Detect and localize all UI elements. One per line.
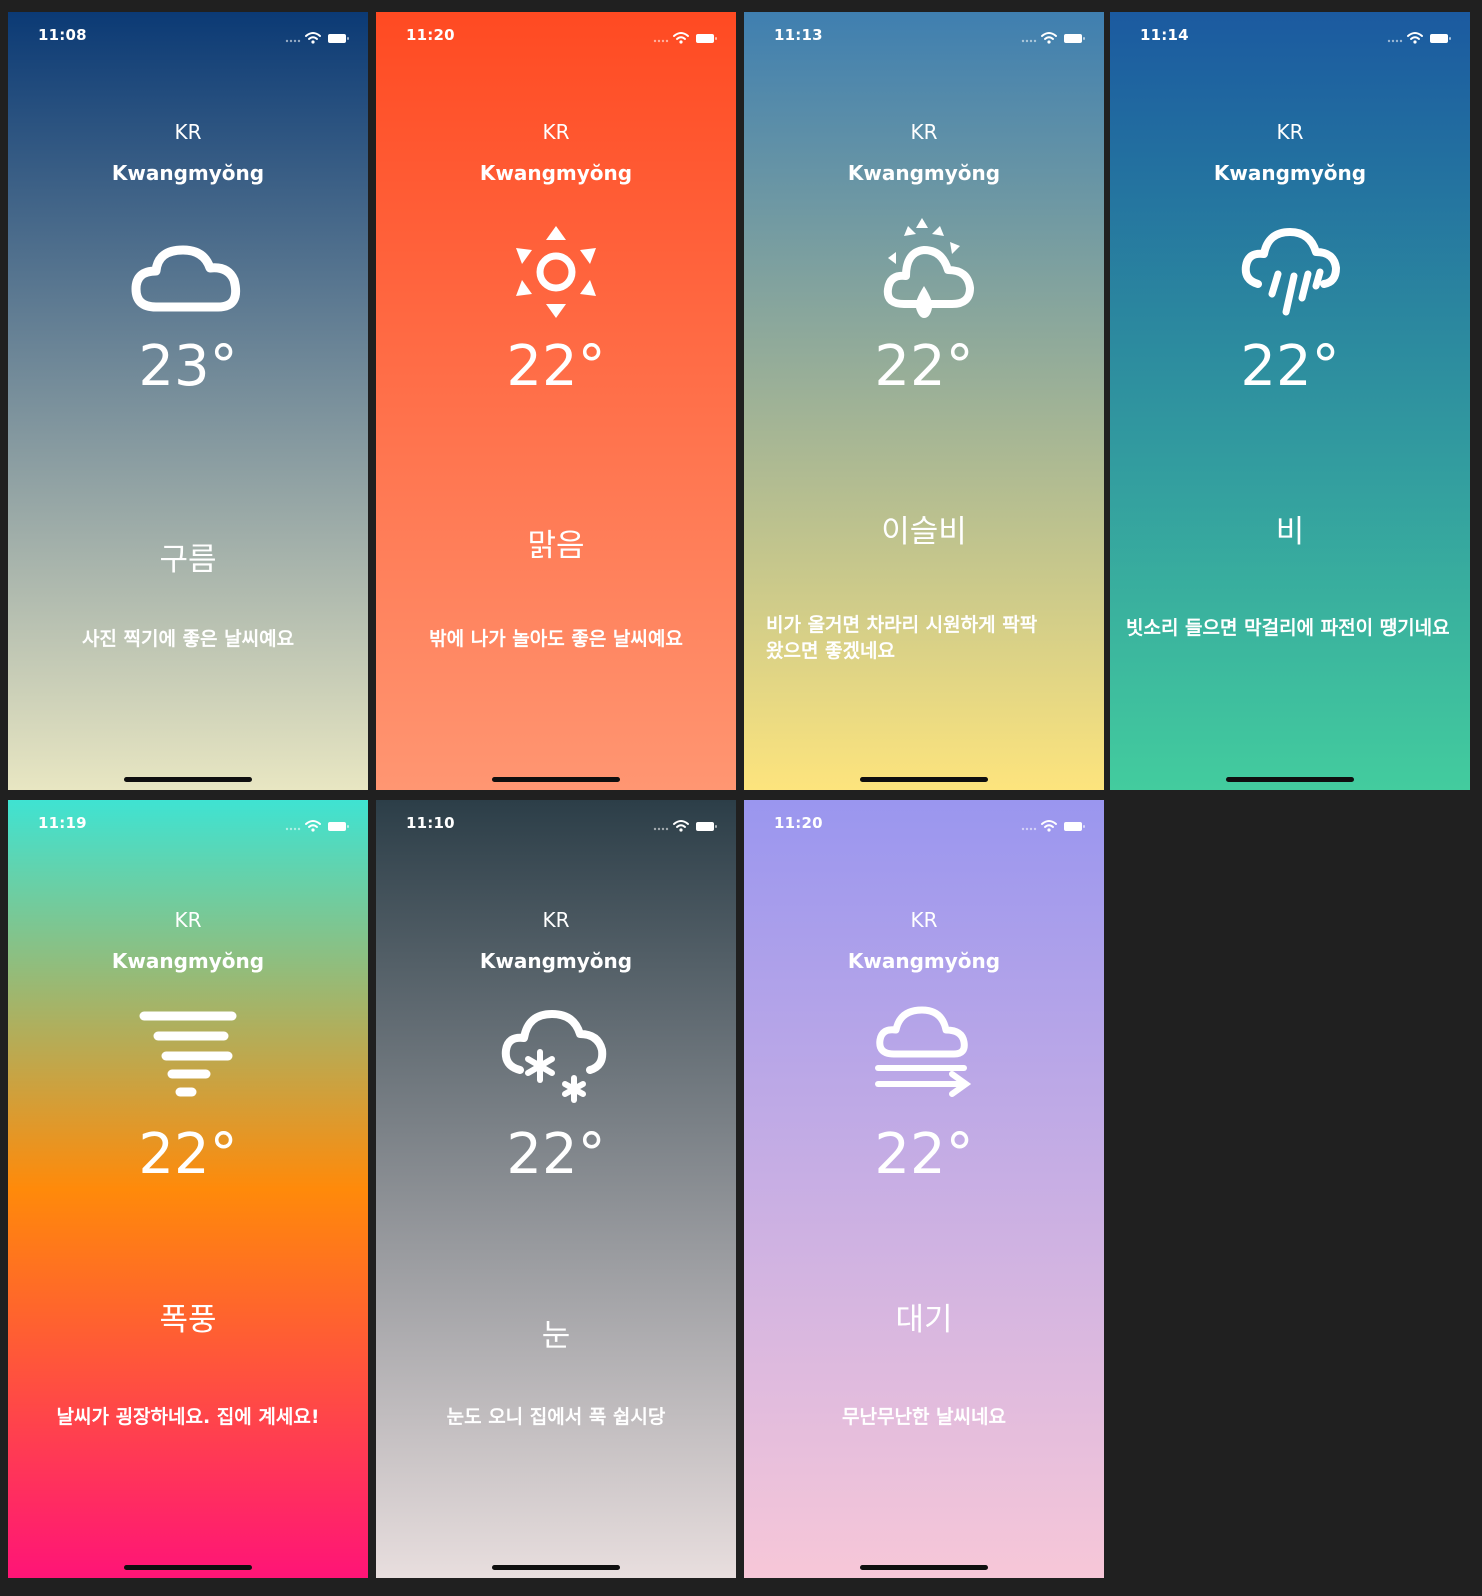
signal-icon: [285, 39, 301, 43]
wifi-icon: [1407, 32, 1423, 40]
home-indicator: [492, 1565, 620, 1570]
battery-icon: [328, 822, 349, 831]
city-name: Kwangmyŏng: [111, 949, 265, 973]
signal-icon: [285, 827, 301, 831]
signal-icon: [1387, 39, 1403, 43]
phone-screen-rain: 11:14 KR Kwangmyŏng 22° 비 빗소리 들으면 막걸리에 파…: [1110, 12, 1470, 790]
temperature: 22°: [1240, 334, 1340, 399]
wifi-icon: [1041, 820, 1057, 828]
status-icons: [285, 32, 349, 44]
tornado-icon: [139, 1011, 237, 1097]
city-name: Kwangmyŏng: [847, 949, 1001, 973]
weather-message: 빗소리 들으면 막걸리에 파전이 땡기네요: [1126, 617, 1450, 639]
country-code: KR: [542, 908, 570, 932]
status-icons: [1021, 820, 1085, 832]
phone-screen-storm: 11:19 KR Kwangmyŏng 22° 폭풍 날씨가 굉장하네요. 집에…: [8, 800, 368, 1578]
temperature: 23°: [138, 334, 238, 399]
signal-icon: [653, 39, 669, 43]
phone-screen-atmosphere: 11:20 KR Kwangmyŏng 22° 대기 무난무난한 날씨네요: [744, 800, 1104, 1578]
status-icons: [653, 32, 717, 44]
rain-icon: [1241, 228, 1340, 316]
status-time: 11:08: [38, 26, 87, 44]
status-bar: 11:10: [376, 800, 736, 848]
temperature: 22°: [506, 1122, 606, 1187]
condition-label: 비: [1275, 514, 1305, 550]
signal-icon: [1021, 827, 1037, 831]
country-code: KR: [910, 908, 938, 932]
phone-screen-cloud: 11:08 KR Kwangmyŏng 23° 구름 사진 찍기에 좋은 날씨예…: [8, 12, 368, 790]
city-name: Kwangmyŏng: [479, 949, 633, 973]
country-code: KR: [174, 908, 202, 932]
wifi-icon: [305, 32, 321, 40]
home-indicator: [860, 1565, 988, 1570]
status-bar: 11:08: [8, 12, 368, 60]
battery-icon: [1064, 34, 1085, 43]
battery-icon: [696, 34, 717, 43]
condition-label: 이슬비: [881, 514, 967, 550]
battery-icon: [1430, 34, 1451, 43]
signal-icon: [1021, 39, 1037, 43]
status-bar: 11:13: [744, 12, 1104, 60]
city-name: Kwangmyŏng: [111, 161, 265, 185]
home-indicator: [1226, 777, 1354, 782]
wind-icon: [875, 1006, 972, 1097]
home-indicator: [124, 1565, 252, 1570]
phone-screen-drizzle: 11:13 KR Kwangmyŏng 22° 이슬비 비가 올거면 차라리 시…: [744, 12, 1104, 790]
temperature: 22°: [138, 1122, 238, 1187]
condition-label: 구름: [159, 542, 217, 578]
status-bar: 11:20: [376, 12, 736, 60]
status-time: 11:20: [406, 26, 455, 44]
sun-icon: [516, 226, 596, 318]
status-icons: [285, 820, 349, 832]
condition-label: 대기: [895, 1302, 953, 1338]
battery-icon: [1064, 822, 1085, 831]
condition-label: 맑음: [527, 528, 585, 564]
signal-icon: [653, 827, 669, 831]
battery-icon: [696, 822, 717, 831]
status-time: 11:19: [38, 814, 87, 832]
status-bar: 11:19: [8, 800, 368, 848]
temperature: 22°: [506, 334, 606, 399]
wifi-icon: [305, 820, 321, 828]
status-time: 11:20: [774, 814, 823, 832]
status-time: 11:14: [1140, 26, 1189, 44]
weather-message: 날씨가 굉장하네요. 집에 계세요!: [56, 1406, 320, 1428]
cloud-icon: [131, 245, 241, 312]
status-time: 11:13: [774, 26, 823, 44]
battery-icon: [328, 34, 349, 43]
status-icons: [1387, 32, 1451, 44]
condition-label: 폭풍: [159, 1302, 217, 1338]
status-icons: [1021, 32, 1085, 44]
wifi-icon: [673, 32, 689, 40]
status-bar: 11:20: [744, 800, 1104, 848]
phone-screen-snow: 11:10 KR Kwangmyŏng 22° 눈 눈도 오니 집에서 푹 쉽시…: [376, 800, 736, 1578]
country-code: KR: [1276, 120, 1304, 144]
weather-message: 무난무난한 날씨네요: [842, 1406, 1006, 1428]
city-name: Kwangmyŏng: [479, 161, 633, 185]
temperature: 22°: [874, 334, 974, 399]
weather-message: 비가 올거면 차라리 시원하게 팍팍 왔으면 좋겠네요: [766, 614, 1038, 662]
city-name: Kwangmyŏng: [847, 161, 1001, 185]
country-code: KR: [910, 120, 938, 144]
home-indicator: [860, 777, 988, 782]
wifi-icon: [673, 820, 689, 828]
weather-message: 사진 찍기에 좋은 날씨예요: [81, 628, 295, 650]
home-indicator: [492, 777, 620, 782]
city-name: Kwangmyŏng: [1213, 161, 1367, 185]
drizzle-sun-icon: [883, 218, 974, 318]
status-time: 11:10: [406, 814, 455, 832]
weather-message: 눈도 오니 집에서 푹 쉽시당: [446, 1406, 666, 1428]
wifi-icon: [1041, 32, 1057, 40]
weather-message: 밖에 나가 놀아도 좋은 날씨예요: [429, 628, 683, 650]
snow-icon: [501, 1010, 607, 1103]
country-code: KR: [174, 120, 202, 144]
status-bar: 11:14: [1110, 12, 1470, 60]
condition-label: 눈: [541, 1318, 571, 1354]
status-icons: [653, 820, 717, 832]
home-indicator: [124, 777, 252, 782]
country-code: KR: [542, 120, 570, 144]
phone-screen-sun: 11:20 KR Kwangmyŏng 22° 맑음 밖에 나가 놀아도 좋은 …: [376, 12, 736, 790]
temperature: 22°: [874, 1122, 974, 1187]
